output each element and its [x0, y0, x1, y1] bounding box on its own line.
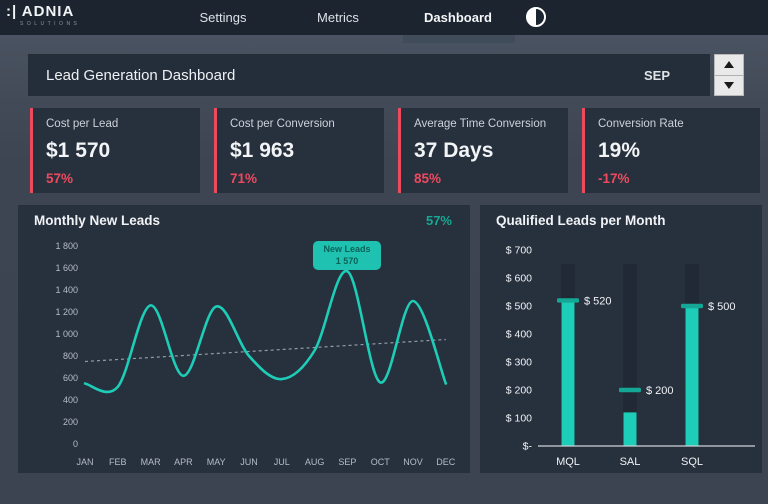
- svg-text:$ 500: $ 500: [506, 301, 532, 313]
- kpi-value: $1 963: [230, 139, 384, 163]
- svg-text:$ 500: $ 500: [708, 301, 736, 313]
- kpi-title: Cost per Conversion: [230, 118, 384, 130]
- dashboard-header: Lead Generation Dashboard SEP: [28, 54, 710, 96]
- svg-text:$ 520: $ 520: [584, 295, 612, 307]
- svg-text:MAR: MAR: [141, 457, 162, 467]
- svg-text:AUG: AUG: [305, 457, 325, 467]
- svg-text:400: 400: [63, 395, 78, 405]
- peak-annotation: New Leads 1 570: [313, 241, 381, 270]
- kpi-card-cost-per-conversion: Cost per Conversion $1 963 71%: [214, 108, 384, 193]
- svg-text:1 000: 1 000: [55, 329, 78, 339]
- kpi-value: 19%: [598, 139, 760, 163]
- down-arrow-icon: [724, 82, 734, 89]
- svg-text:$ 400: $ 400: [506, 329, 532, 341]
- month-value: SEP: [644, 68, 710, 83]
- svg-text:$ 200: $ 200: [646, 385, 674, 397]
- svg-text:MQL: MQL: [556, 456, 580, 468]
- top-nav: :| ADNIA SOLUTIONS Settings Metrics Dash…: [0, 0, 768, 35]
- month-spinner: [714, 54, 744, 96]
- svg-text:MAY: MAY: [207, 457, 226, 467]
- kpi-delta: 71%: [230, 171, 384, 186]
- svg-text:1 200: 1 200: [55, 307, 78, 317]
- monthly-new-leads-panel: Monthly New Leads 57% 1 8001 6001 4001 2…: [18, 205, 470, 473]
- kpi-card-conversion-rate: Conversion Rate 19% -17%: [582, 108, 760, 193]
- svg-text:600: 600: [63, 373, 78, 383]
- kpi-value: 37 Days: [414, 139, 568, 163]
- svg-text:0: 0: [73, 439, 78, 449]
- svg-text:$ 200: $ 200: [506, 385, 532, 397]
- kpi-title: Cost per Lead: [46, 118, 200, 130]
- kpi-card-cost-per-lead: Cost per Lead $1 570 57%: [30, 108, 200, 193]
- theme-toggle-icon[interactable]: [526, 7, 546, 27]
- svg-text:DEC: DEC: [436, 457, 456, 467]
- svg-text:$ 700: $ 700: [506, 245, 532, 257]
- svg-text:$ 300: $ 300: [506, 357, 532, 369]
- kpi-delta: 57%: [46, 171, 200, 186]
- nav-item-dashboard[interactable]: Dashboard: [410, 0, 506, 35]
- svg-text:SEP: SEP: [338, 457, 356, 467]
- svg-text:$ 100: $ 100: [506, 413, 532, 425]
- spin-down-button[interactable]: [715, 75, 743, 96]
- bar-chart-svg: $ 700 $ 600 $ 500 $ 400 $ 300 $ 200 $ 100 $- $ 5…: [480, 205, 762, 473]
- annotation-value: 1 570: [336, 256, 359, 267]
- svg-text:JAN: JAN: [76, 457, 93, 467]
- kpi-value: $1 570: [46, 139, 200, 163]
- kpi-title: Conversion Rate: [598, 118, 760, 130]
- nav-item-settings[interactable]: Settings: [178, 0, 268, 35]
- svg-text:$-: $-: [523, 441, 533, 453]
- svg-text:JUN: JUN: [240, 457, 258, 467]
- up-arrow-icon: [724, 61, 734, 68]
- kpi-delta: 85%: [414, 171, 568, 186]
- adnia-logo: :| ADNIA SOLUTIONS: [6, 4, 80, 27]
- kpi-card-average-time-conversion: Average Time Conversion 37 Days 85%: [398, 108, 568, 193]
- kpi-title: Average Time Conversion: [414, 118, 568, 130]
- svg-text:$ 600: $ 600: [506, 273, 532, 285]
- svg-text:APR: APR: [174, 457, 193, 467]
- line-chart-svg: 1 800 1 600 1 400 1 200 1 000 800 600 400 200 0 JA…: [18, 205, 470, 473]
- svg-text:1 600: 1 600: [55, 263, 78, 273]
- svg-text:1 800: 1 800: [55, 241, 78, 251]
- logo-text: :| ADNIA: [6, 4, 80, 19]
- nav-item-metrics[interactable]: Metrics: [298, 0, 378, 35]
- annotation-label: New Leads: [323, 244, 370, 255]
- spin-up-button[interactable]: [715, 55, 743, 75]
- svg-text:SAL: SAL: [620, 456, 641, 468]
- logo-subtext: SOLUTIONS: [20, 22, 80, 27]
- svg-text:OCT: OCT: [371, 457, 391, 467]
- page-title: Lead Generation Dashboard: [28, 67, 644, 84]
- svg-text:JUL: JUL: [274, 457, 290, 467]
- svg-text:200: 200: [63, 417, 78, 427]
- kpi-delta: -17%: [598, 171, 760, 186]
- svg-text:1 400: 1 400: [55, 285, 78, 295]
- svg-text:SQL: SQL: [681, 456, 703, 468]
- svg-text:800: 800: [63, 351, 78, 361]
- svg-text:NOV: NOV: [403, 457, 423, 467]
- svg-text:FEB: FEB: [109, 457, 127, 467]
- qualified-leads-panel: Qualified Leads per Month $ 700$ 600$ 50…: [480, 205, 762, 473]
